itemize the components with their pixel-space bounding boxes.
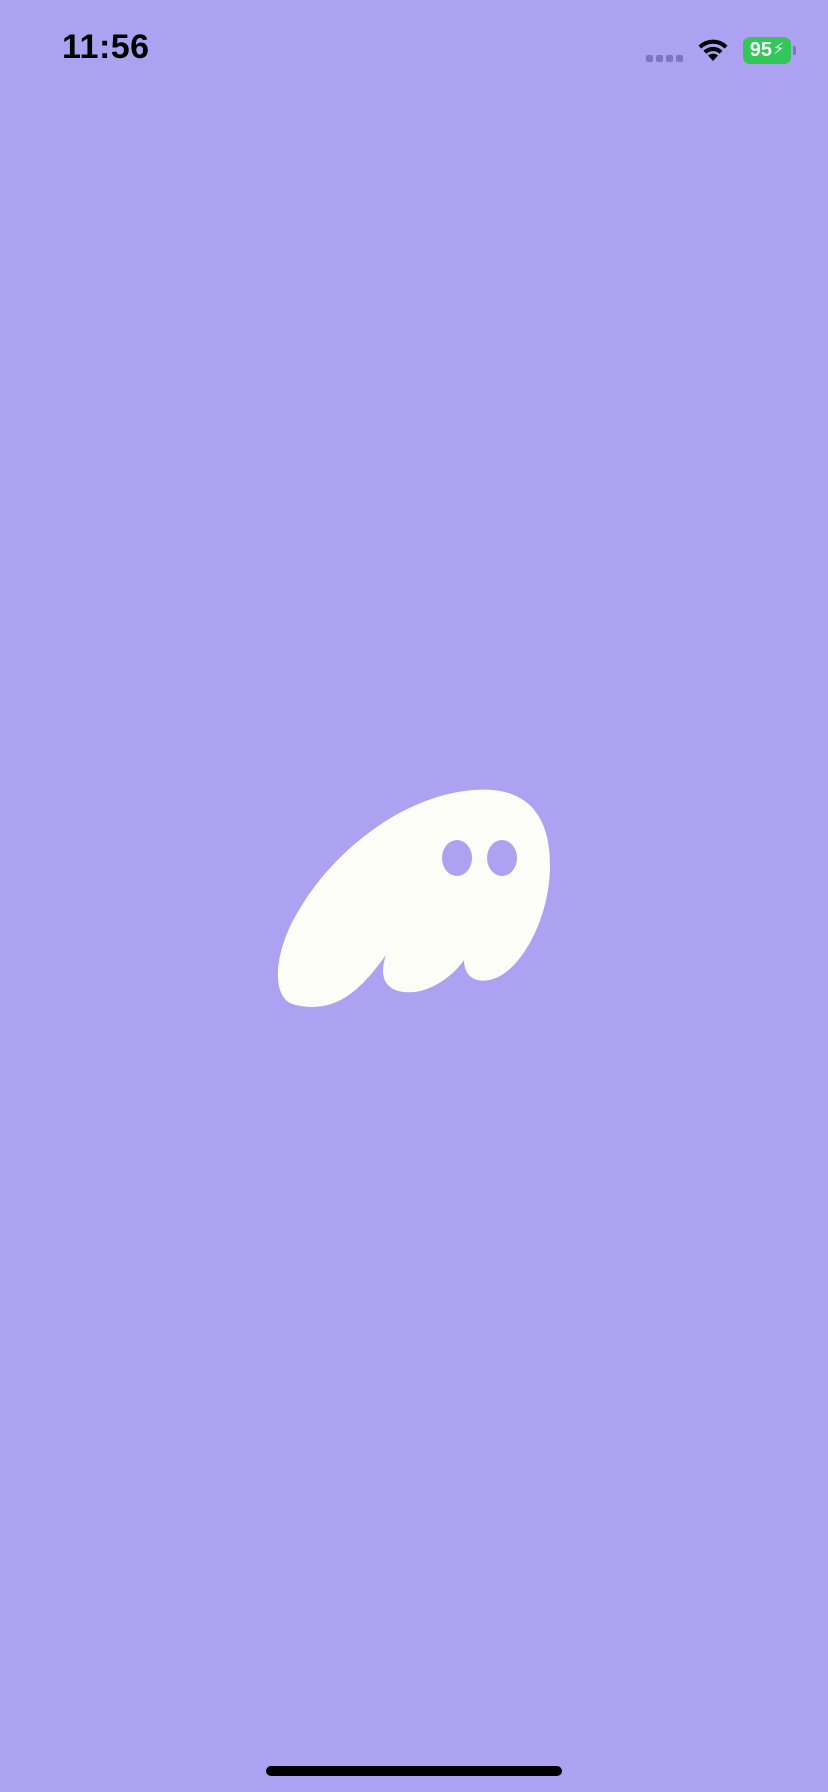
wifi-icon xyxy=(697,38,729,62)
bolt-icon: ⚡︎ xyxy=(773,41,785,58)
cellular-signal-icon xyxy=(646,52,683,62)
status-bar: 11:56 95 ⚡︎ xyxy=(0,0,828,100)
home-indicator[interactable] xyxy=(266,1766,562,1776)
battery-indicator: 95 ⚡︎ xyxy=(743,36,796,64)
status-time: 11:56 xyxy=(62,28,150,66)
ghost-logo-icon xyxy=(274,780,554,1015)
battery-level: 95 xyxy=(749,38,772,61)
battery-body: 95 ⚡︎ xyxy=(743,36,791,64)
battery-cap xyxy=(793,45,796,55)
splash-screen: 11:56 95 ⚡︎ xyxy=(0,0,828,1792)
status-indicators: 95 ⚡︎ xyxy=(646,32,796,68)
